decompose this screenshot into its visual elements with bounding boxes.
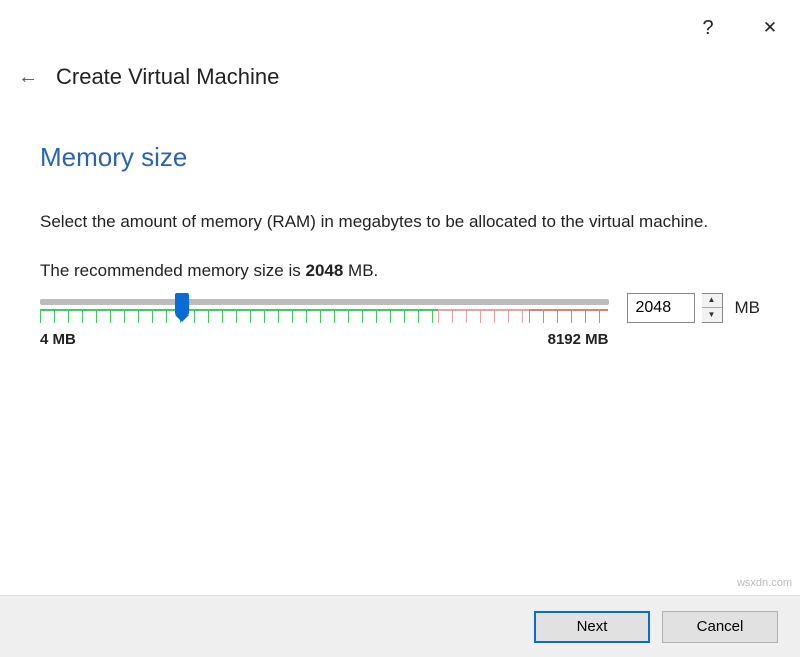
cancel-button[interactable]: Cancel — [662, 611, 778, 643]
slider-max-label: 8192 MB — [548, 331, 609, 348]
recommended-prefix: The recommended memory size is — [40, 261, 305, 280]
memory-spinner: ▲ ▼ MB — [627, 293, 761, 323]
slider-min-label: 4 MB — [40, 331, 76, 348]
slider-track[interactable] — [40, 299, 609, 317]
spinner-up-button[interactable]: ▲ — [702, 294, 722, 308]
slider-thumb[interactable] — [175, 293, 189, 315]
back-icon[interactable]: ← — [18, 66, 38, 89]
help-icon[interactable]: ? — [688, 17, 728, 40]
recommended-text: The recommended memory size is 2048 MB. — [40, 261, 760, 281]
footer: Next Cancel — [0, 595, 800, 657]
recommended-value: 2048 — [305, 261, 343, 280]
slider-labels: 4 MB 8192 MB — [40, 331, 609, 348]
slider-zone-safe — [40, 309, 438, 323]
memory-slider[interactable]: 4 MB 8192 MB — [40, 293, 609, 348]
memory-unit-label: MB — [735, 298, 761, 318]
slider-track-base — [40, 299, 609, 305]
description-text: Select the amount of memory (RAM) in meg… — [40, 209, 740, 235]
spinner-down-button[interactable]: ▼ — [702, 308, 722, 322]
slider-ruler — [40, 309, 609, 323]
titlebar: ? ✕ — [0, 0, 800, 56]
content-area: Memory size Select the amount of memory … — [0, 142, 800, 348]
watermark: wsxdn.com — [737, 577, 792, 589]
wizard-header: ← Create Virtual Machine — [0, 64, 800, 90]
recommended-suffix: MB. — [343, 261, 378, 280]
memory-control-row: 4 MB 8192 MB ▲ ▼ MB — [40, 293, 760, 348]
spinner-buttons: ▲ ▼ — [702, 293, 723, 323]
next-button[interactable]: Next — [534, 611, 650, 643]
wizard-title: Create Virtual Machine — [56, 64, 279, 90]
slider-zone-warn — [438, 309, 529, 323]
memory-input[interactable] — [627, 293, 695, 323]
slider-zone-danger — [529, 309, 609, 323]
page-title: Memory size — [40, 142, 760, 173]
close-icon[interactable]: ✕ — [750, 18, 790, 38]
